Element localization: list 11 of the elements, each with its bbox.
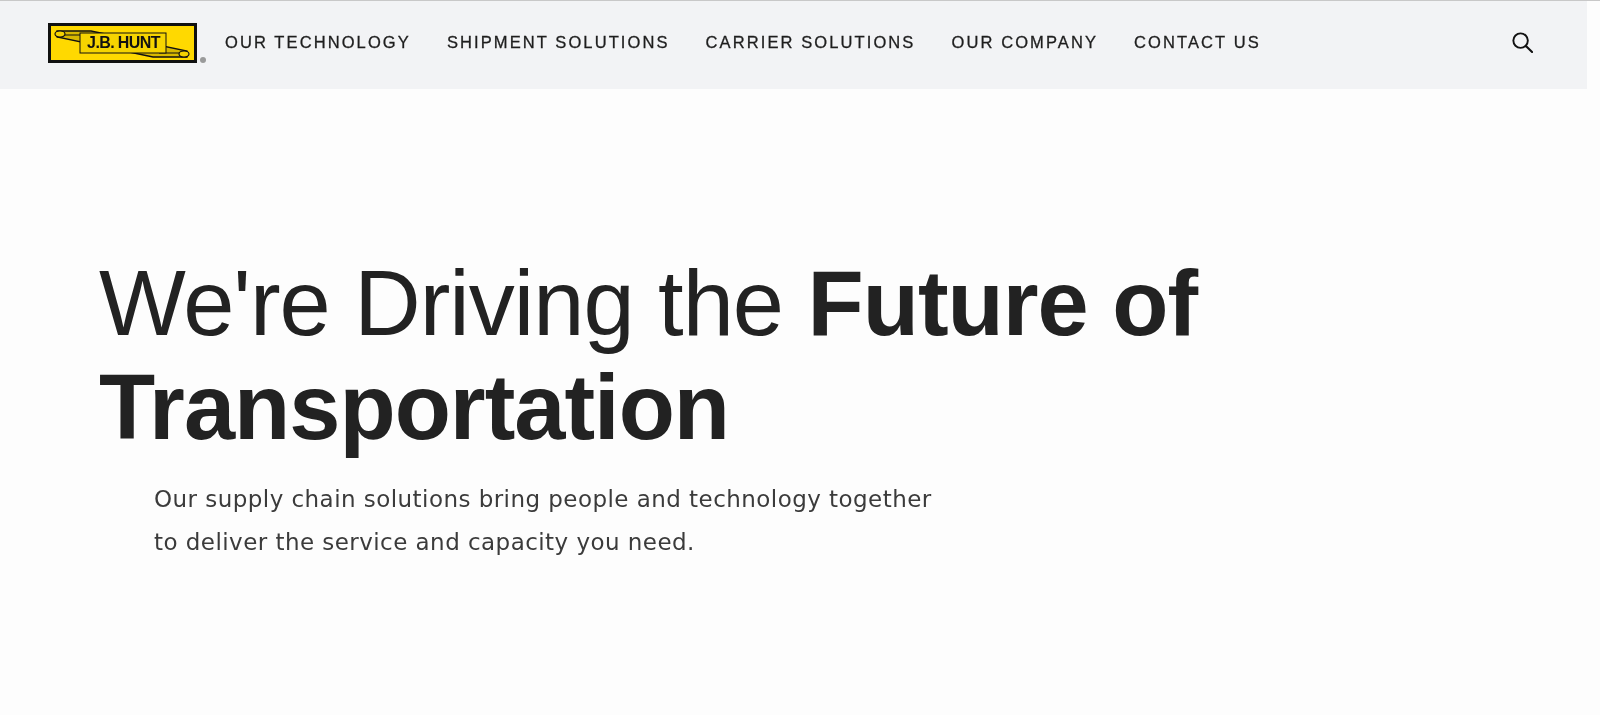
hero-headline: We're Driving the Future of Transportation bbox=[99, 251, 1200, 459]
logo[interactable]: J.B. HUNT bbox=[48, 22, 197, 63]
nav-link[interactable]: CONTACT US bbox=[1134, 33, 1261, 52]
search-icon bbox=[1512, 32, 1533, 53]
search-button[interactable] bbox=[1512, 32, 1533, 53]
nav-link[interactable]: CARRIER SOLUTIONS bbox=[705, 33, 916, 52]
nav-link[interactable]: OUR COMPANY bbox=[951, 33, 1099, 52]
nav-link[interactable]: OUR TECHNOLOGY bbox=[225, 33, 411, 52]
hero-subtitle: Our supply chain solutions bring people and technology together to deliver the service and capacity you need. bbox=[154, 485, 933, 557]
registered-mark-icon bbox=[200, 57, 206, 63]
nav-link[interactable]: SHIPMENT SOLUTIONS bbox=[446, 33, 670, 52]
